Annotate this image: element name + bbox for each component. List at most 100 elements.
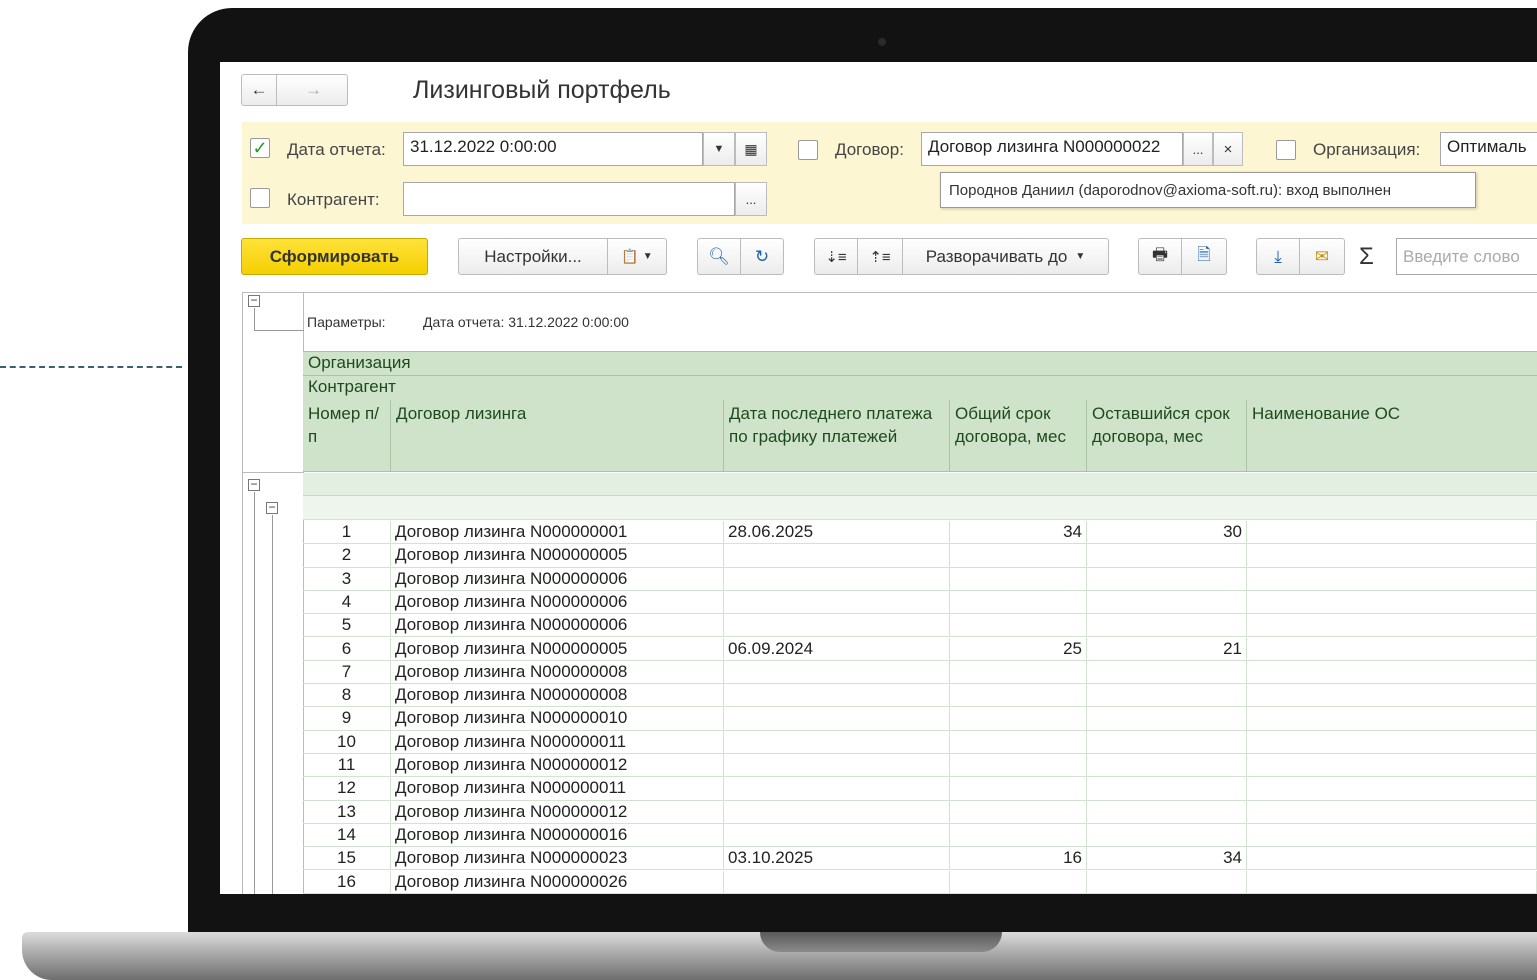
settings-button[interactable]: Настройки... (458, 238, 608, 275)
chevron-down-icon: ▼ (1075, 251, 1086, 262)
row-number: 3 (303, 567, 391, 591)
expand-groups-icon: ⇣≡ (825, 248, 847, 266)
variant-menu-button[interactable]: 📋 ▼ (607, 238, 667, 275)
contract-label: Договор: (835, 140, 904, 159)
table-row[interactable]: 12 Договор лизинга N000000011 (220, 777, 1537, 801)
row-asset-name (1247, 870, 1537, 894)
row-last-payment-date (724, 544, 950, 568)
expand-to-button[interactable]: Разворачивать до ▼ (902, 238, 1109, 275)
report-date-calendar[interactable]: ▦ (735, 132, 767, 166)
print-preview-icon: 🗎 (1197, 245, 1211, 264)
row-contract: Договор лизинга N000000006 (391, 590, 724, 615)
table-row[interactable]: 1 Договор лизинга N000000001 28.06.2025 34 3… (220, 521, 1537, 545)
counterparty-select-button[interactable]: ... (735, 182, 767, 216)
collapse-counterparty-toggle[interactable]: − (266, 501, 278, 514)
save-button[interactable]: ⤓ (1256, 238, 1300, 275)
expand-all-button[interactable]: ⇣≡ (814, 238, 858, 275)
table-row[interactable]: 7 Договор лизинга N000000008 (220, 660, 1537, 685)
row-total-term (950, 614, 1087, 638)
row-total-term (950, 823, 1087, 848)
login-tooltip: Породнов Даниил (daporodnov@axioma-soft.… (940, 172, 1476, 208)
row-total-term (950, 544, 1087, 568)
report-date-checkbox[interactable]: ✓ (250, 138, 270, 158)
chevron-down-icon: ▼ (642, 251, 653, 262)
send-email-button[interactable]: ✉ (1299, 238, 1345, 275)
row-contract: Договор лизинга N000000016 (391, 823, 724, 848)
row-contract: Договор лизинга N000000008 (391, 660, 724, 685)
row-total-term (950, 660, 1087, 685)
tree-line (254, 330, 304, 331)
table-row[interactable]: 11 Договор лизинга N000000012 (220, 754, 1537, 778)
table-row[interactable]: 10 Договор лизинга N000000011 (220, 730, 1537, 754)
camera-dot (878, 38, 886, 46)
row-contract: Договор лизинга N000000005 (391, 637, 724, 661)
generate-button[interactable]: Сформировать (241, 238, 428, 275)
row-asset-name (1247, 660, 1537, 685)
row-asset-name (1247, 847, 1537, 871)
row-remaining-term (1087, 823, 1247, 848)
table-row[interactable]: 9 Договор лизинга N000000010 (220, 707, 1537, 731)
row-number: 11 (303, 754, 391, 778)
forward-button[interactable]: → (276, 74, 348, 106)
org-input[interactable]: Оптималь (1440, 132, 1537, 166)
row-remaining-term: 34 (1087, 847, 1247, 871)
row-number: 2 (303, 544, 391, 568)
column-header-remaining-term: Оставшийся срок договора, мес (1087, 400, 1247, 472)
table-row[interactable]: 13 Договор лизинга N000000012 (220, 800, 1537, 824)
app-screen: ← → Лизинговый портфель ✓ Дата отчета: 3… (220, 62, 1537, 894)
collapse-org-toggle[interactable]: − (248, 478, 260, 491)
tree-line (254, 308, 255, 330)
contract-input[interactable]: Договор лизинга N000000022 (921, 132, 1183, 166)
row-contract: Договор лизинга N000000012 (391, 800, 724, 824)
contract-checkbox[interactable] (798, 140, 818, 160)
preview-button[interactable]: 🗎 (1181, 238, 1227, 275)
contract-clear-button[interactable]: × (1213, 132, 1243, 166)
row-contract: Договор лизинга N000000026 (391, 870, 724, 894)
print-button[interactable]: 🖶 (1138, 238, 1182, 275)
table-row[interactable]: 4 Договор лизинга N000000006 (220, 590, 1537, 615)
row-contract: Договор лизинга N000000012 (391, 754, 724, 778)
row-total-term: 34 (950, 521, 1087, 545)
collapse-all-button[interactable]: ⇡≡ (857, 238, 903, 275)
table-row[interactable]: 8 Договор лизинга N000000008 (220, 684, 1537, 708)
search-input[interactable]: Введите слово (1396, 238, 1537, 275)
row-last-payment-date (724, 754, 950, 778)
counterparty-input[interactable] (403, 182, 735, 216)
table-row[interactable]: 15 Договор лизинга N000000023 03.10.2025 16… (220, 847, 1537, 871)
row-asset-name (1247, 823, 1537, 848)
row-asset-name (1247, 590, 1537, 615)
table-row[interactable]: 3 Договор лизинга N000000006 (220, 567, 1537, 591)
row-contract: Договор лизинга N000000008 (391, 684, 724, 708)
row-number: 5 (303, 614, 391, 638)
table-row[interactable]: 14 Договор лизинга N000000016 (220, 823, 1537, 848)
row-number: 6 (303, 637, 391, 661)
counterparty-checkbox[interactable] (250, 188, 270, 208)
row-number: 4 (303, 590, 391, 615)
collapse-params-toggle[interactable]: − (248, 294, 260, 307)
report-date-dropdown[interactable]: ▼ (703, 132, 735, 166)
table-row[interactable]: 5 Договор лизинга N000000006 (220, 614, 1537, 638)
row-asset-name (1247, 567, 1537, 591)
row-total-term (950, 800, 1087, 824)
row-number: 15 (303, 847, 391, 871)
table-row[interactable]: 2 Договор лизинга N000000005 (220, 544, 1537, 568)
row-last-payment-date (724, 684, 950, 708)
search-button[interactable]: 🔍︎ (697, 238, 741, 275)
contract-select-button[interactable]: ... (1183, 132, 1213, 166)
org-checkbox[interactable] (1276, 140, 1296, 160)
row-remaining-term (1087, 800, 1247, 824)
laptop-notch (760, 932, 1002, 952)
back-button[interactable]: ← (241, 74, 277, 106)
row-asset-name (1247, 777, 1537, 801)
row-total-term (950, 590, 1087, 615)
org-label: Организация: (1313, 140, 1421, 159)
report-date-input[interactable]: 31.12.2022 0:00:00 (403, 132, 703, 166)
sum-icon[interactable]: Σ (1359, 243, 1374, 271)
row-last-payment-date (724, 823, 950, 848)
search-next-button[interactable]: ↻ (740, 238, 784, 275)
table-row[interactable]: 16 Договор лизинга N000000026 (220, 870, 1537, 894)
row-total-term: 25 (950, 637, 1087, 661)
table-row[interactable]: 6 Договор лизинга N000000005 06.09.2024 25 2… (220, 637, 1537, 661)
row-asset-name (1247, 614, 1537, 638)
collapse-groups-icon: ⇡≡ (869, 248, 891, 266)
